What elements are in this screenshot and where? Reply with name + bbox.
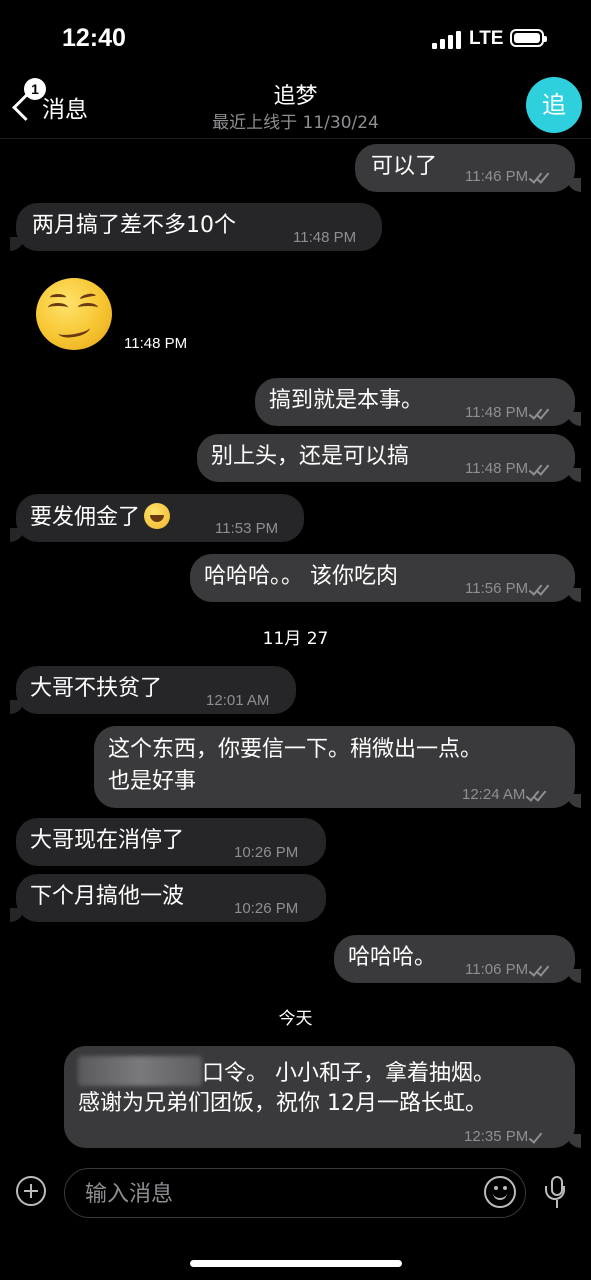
message-text-line: 这个东西，你要信一下。稍微出一点。 [108,737,483,762]
message-bubble-outgoing[interactable]: 哈哈哈。。 该你吃肉 11:56 PM [190,554,581,602]
message-text: 两月搞了差不多10个 [32,213,236,238]
laughing-tears-emoji-icon [144,503,171,529]
single-check-icon [528,1129,550,1144]
chat-header: 1 消息 追梦 最近上线于 11/30/24 追 [0,74,591,139]
smirking-face-sticker[interactable] [36,278,112,350]
message-time: 11:48 PM [465,460,529,477]
message-text-line: 也是好事 [108,769,197,794]
message-bubble-outgoing[interactable]: 搞到就是本事。 11:48 PM [255,378,581,426]
message-text: 哈哈哈。。 该你吃肉 [204,564,398,589]
signal-strength-icon [432,31,462,49]
status-time: 12:40 [62,24,126,52]
composer-bar [0,1160,591,1230]
network-type: LTE [469,28,504,49]
message-bubble-outgoing[interactable]: 口令。 小小和子，拿着抽烟。 感谢为兄弟们团饭，祝你 12月一路长虹。 12:3… [64,1046,581,1148]
message-bubble-incoming[interactable]: 大哥不扶贫了 12:01 AM [10,666,296,714]
message-text-line: 口令。 小小和子，拿着抽烟。 [202,1061,495,1086]
message-text: 大哥现在消停了 [30,828,185,853]
message-input-container[interactable] [64,1168,526,1218]
message-time: 11:46 PM [465,168,529,185]
status-bar: 12:40 LTE [0,0,591,80]
double-check-icon [528,461,550,476]
message-time: 12:24 AM [462,786,526,803]
message-text: 别上头，还是可以搞 [211,444,410,469]
message-time: 12:35 PM [464,1128,529,1145]
message-bubble-outgoing[interactable]: 哈哈哈。 11:06 PM [334,935,581,983]
message-time: 11:48 PM [465,404,529,421]
message-time: 11:56 PM [465,580,529,597]
message-text-line: 感谢为兄弟们团饭，祝你 12月一路长虹。 [78,1091,487,1116]
attach-plus-icon[interactable] [16,1176,46,1206]
message-time: 11:53 PM [215,520,279,537]
date-separator: 今天 [278,1009,313,1029]
message-bubble-incoming[interactable]: 下个月搞他一波 10:26 PM [10,874,326,922]
message-time: 11:48 PM [293,229,357,246]
double-check-icon [526,787,547,802]
message-text: 可以了 [371,154,438,179]
message-time: 11:48 PM [124,335,188,352]
message-text: 搞到就是本事。 [269,388,424,413]
message-text: 哈哈哈。 [348,945,437,970]
message-bubble-incoming[interactable]: 要发佣金了 11:53 PM [10,494,304,542]
redacted-text [78,1056,202,1086]
date-separator: 11月 27 [262,629,329,649]
emoji-icon[interactable] [484,1176,516,1208]
double-check-icon [528,169,550,184]
message-time: 10:26 PM [234,844,299,861]
double-check-icon [528,405,550,420]
battery-icon [510,29,547,47]
last-seen-status: 最近上线于 11/30/24 [212,113,379,133]
message-text: 大哥不扶贫了 [30,676,163,701]
message-input[interactable] [83,1179,467,1209]
message-bubble-incoming[interactable]: 两月搞了差不多10个 11:48 PM [10,203,382,251]
message-time: 11:06 PM [465,961,529,978]
contact-avatar[interactable]: 追 [526,77,582,133]
double-check-icon [528,962,550,977]
chat-title: 追梦 [273,84,318,109]
message-time: 10:26 PM [234,900,299,917]
home-indicator[interactable] [190,1260,402,1267]
message-text: 下个月搞他一波 [30,884,185,909]
double-check-icon [528,581,550,596]
message-bubble-outgoing[interactable]: 可以了 11:46 PM [355,144,581,192]
message-text: 要发佣金了 [30,505,141,530]
message-bubble-incoming[interactable]: 大哥现在消停了 10:26 PM [16,818,326,866]
message-bubble-outgoing[interactable]: 这个东西，你要信一下。稍微出一点。 也是好事 12:24 AM [94,726,581,808]
message-bubble-outgoing[interactable]: 别上头，还是可以搞 11:48 PM [197,434,581,482]
message-time: 12:01 AM [206,692,270,709]
microphone-icon[interactable] [542,1176,572,1216]
